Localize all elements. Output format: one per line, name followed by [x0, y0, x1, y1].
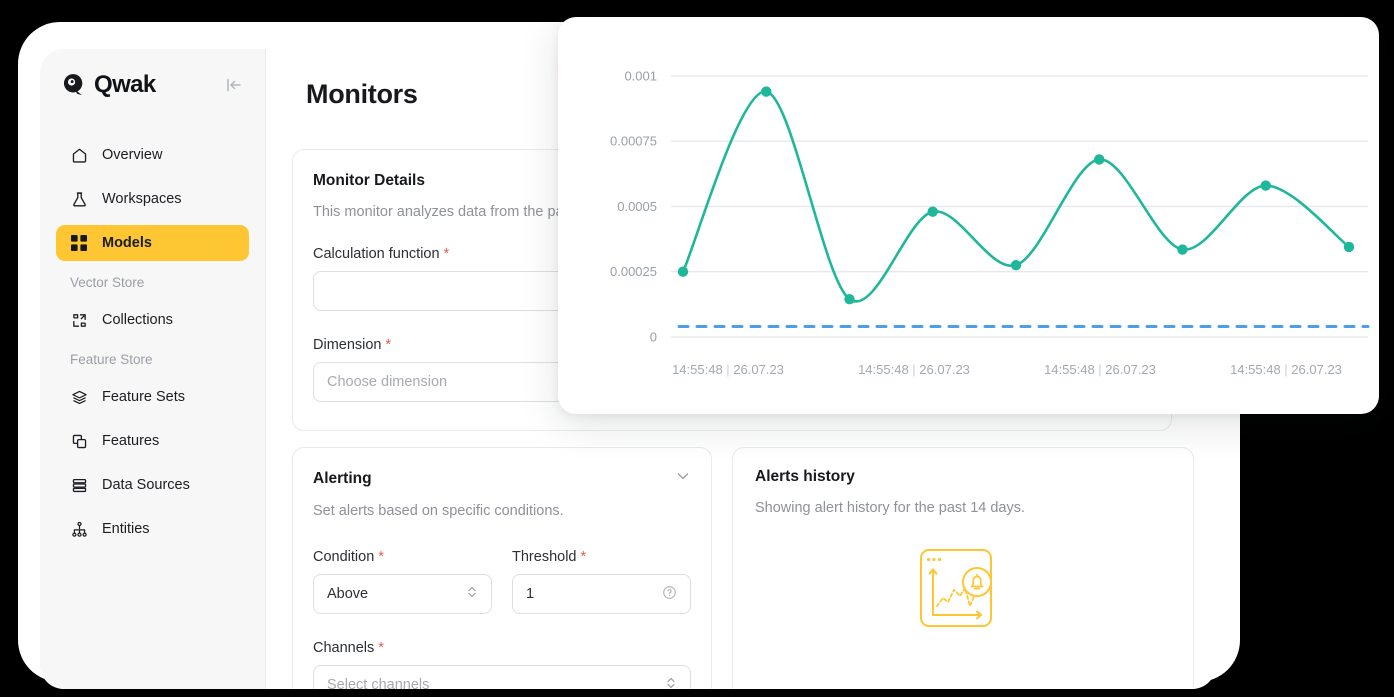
threshold-input[interactable]: 1 — [512, 574, 691, 614]
sidebar-item-label: Features — [102, 433, 160, 449]
y-axis-tick-label: 0 — [650, 330, 657, 345]
hierarchy-icon — [70, 520, 88, 538]
y-axis-tick-label: 0.00075 — [610, 134, 657, 149]
x-axis-tick-label: 14:55:48 | 26.07.23 — [1230, 362, 1342, 377]
condition-label: Condition * — [313, 549, 492, 565]
sidebar-item-features[interactable]: Features — [56, 423, 249, 459]
collections-icon — [70, 311, 88, 329]
select-placeholder: Select channels — [327, 677, 430, 689]
chevron-down-icon[interactable] — [675, 468, 691, 489]
sort-updown-icon — [466, 585, 478, 603]
condition-select[interactable]: Above — [313, 574, 492, 614]
sidebar-item-label: Models — [102, 235, 152, 251]
sidebar-item-label: Collections — [102, 312, 173, 328]
card-description: Set alerts based on specific conditions. — [313, 503, 564, 519]
alerting-card: Alerting Set alerts based on specific co… — [292, 447, 712, 689]
y-axis-tick-label: 0.00025 — [610, 264, 657, 279]
copy-icon — [70, 432, 88, 450]
alerting-header: Alerting — [313, 468, 691, 489]
chart-data-point[interactable] — [844, 293, 855, 305]
y-axis-tick-label: 0.0005 — [617, 199, 657, 214]
sidebar-group-feature-store: Feature Store — [70, 352, 153, 367]
chart-data-point[interactable] — [1010, 259, 1022, 271]
x-axis-tick-label: 14:55:48 | 26.07.23 — [672, 362, 784, 377]
y-axis-tick-label: 0.001 — [624, 68, 657, 83]
x-axis-tick-label: 14:55:48 | 26.07.23 — [1044, 362, 1156, 377]
chart-data-point[interactable] — [1094, 154, 1105, 165]
required-marker: * — [378, 640, 384, 656]
x-axis-tick-label: 14:55:48 | 26.07.23 — [858, 362, 970, 377]
card-description: Showing alert history for the past 14 da… — [755, 500, 1026, 516]
threshold-label: Threshold * — [512, 549, 691, 565]
metric-line-chart: 0.001 0.00075 0.0005 0.00025 0 14:55:48 | 26… — [610, 68, 1370, 377]
field-label-text: Threshold — [512, 549, 577, 565]
required-marker: * — [443, 246, 450, 262]
select-value: Above — [327, 586, 369, 602]
database-icon — [70, 476, 88, 494]
sidebar-item-workspaces[interactable]: Workspaces — [56, 181, 249, 217]
field-label-text: Calculation function — [313, 246, 440, 262]
sidebar-item-feature-sets[interactable]: Feature Sets — [56, 379, 249, 415]
input-value: 1 — [526, 586, 535, 602]
field-label-text: Dimension — [313, 337, 382, 353]
collapse-sidebar-icon[interactable] — [223, 74, 245, 96]
qwak-logo-icon — [63, 74, 83, 96]
sidebar-item-label: Overview — [102, 147, 163, 163]
input-placeholder: Choose dimension — [327, 374, 448, 390]
flask-icon — [70, 190, 88, 208]
chart-data-point[interactable] — [761, 86, 772, 97]
field-label-text: Channels — [313, 640, 375, 656]
alerts-empty-chart-bell-icon — [920, 549, 992, 627]
chart-data-point[interactable] — [1343, 241, 1355, 253]
chart-x-axis-labels: 14:55:48 | 26.07.23 14:55:48 | 26.07.23 14… — [672, 362, 1342, 377]
sidebar-item-models[interactable]: Models — [56, 225, 249, 261]
chart-data-point[interactable] — [1260, 180, 1271, 191]
alerts-history-card: Alerts history Showing alert history for… — [732, 447, 1194, 689]
required-marker: * — [378, 549, 384, 565]
chart-y-axis-labels: 0.001 0.00075 0.0005 0.00025 0 — [610, 68, 657, 344]
sidebar-item-label: Workspaces — [102, 191, 182, 207]
sidebar-item-overview[interactable]: Overview — [56, 137, 249, 173]
alerts-empty-state — [755, 544, 1171, 640]
sidebar: Qwak Overview Workspaces Models Vector S… — [40, 49, 266, 689]
card-title: Alerts history — [755, 468, 855, 485]
field-label-text: Condition — [313, 549, 375, 565]
metric-chart-overlay: 0.001 0.00075 0.0005 0.00025 0 14:55:48 | 26… — [558, 17, 1379, 414]
sidebar-group-vector-store: Vector Store — [70, 275, 145, 290]
chart-data-point[interactable] — [1177, 244, 1188, 255]
brand-name: Qwak — [94, 71, 156, 98]
sidebar-item-collections[interactable]: Collections — [56, 302, 249, 338]
sidebar-item-label: Data Sources — [102, 477, 190, 493]
help-circle-icon[interactable] — [662, 585, 677, 604]
channels-select[interactable]: Select channels — [313, 665, 691, 689]
card-title: Alerting — [313, 469, 372, 487]
channels-label: Channels * — [313, 640, 691, 656]
required-marker: * — [385, 337, 392, 353]
sidebar-nav: Overview Workspaces Models Vector Store … — [56, 137, 249, 547]
sidebar-item-label: Entities — [102, 521, 150, 537]
sort-updown-icon — [665, 676, 677, 689]
layers-icon — [70, 388, 88, 406]
sidebar-item-entities[interactable]: Entities — [56, 511, 249, 547]
chart-data-point[interactable] — [927, 206, 938, 217]
sidebar-header: Qwak — [56, 49, 249, 121]
grid-squares-icon — [70, 234, 88, 252]
sidebar-item-data-sources[interactable]: Data Sources — [56, 467, 249, 503]
home-icon — [70, 146, 88, 164]
chart-data-point[interactable] — [677, 266, 689, 277]
required-marker: * — [580, 549, 587, 565]
sidebar-item-label: Feature Sets — [102, 389, 186, 405]
chart-gridlines — [671, 75, 1368, 338]
brand-logo[interactable]: Qwak — [60, 71, 156, 99]
